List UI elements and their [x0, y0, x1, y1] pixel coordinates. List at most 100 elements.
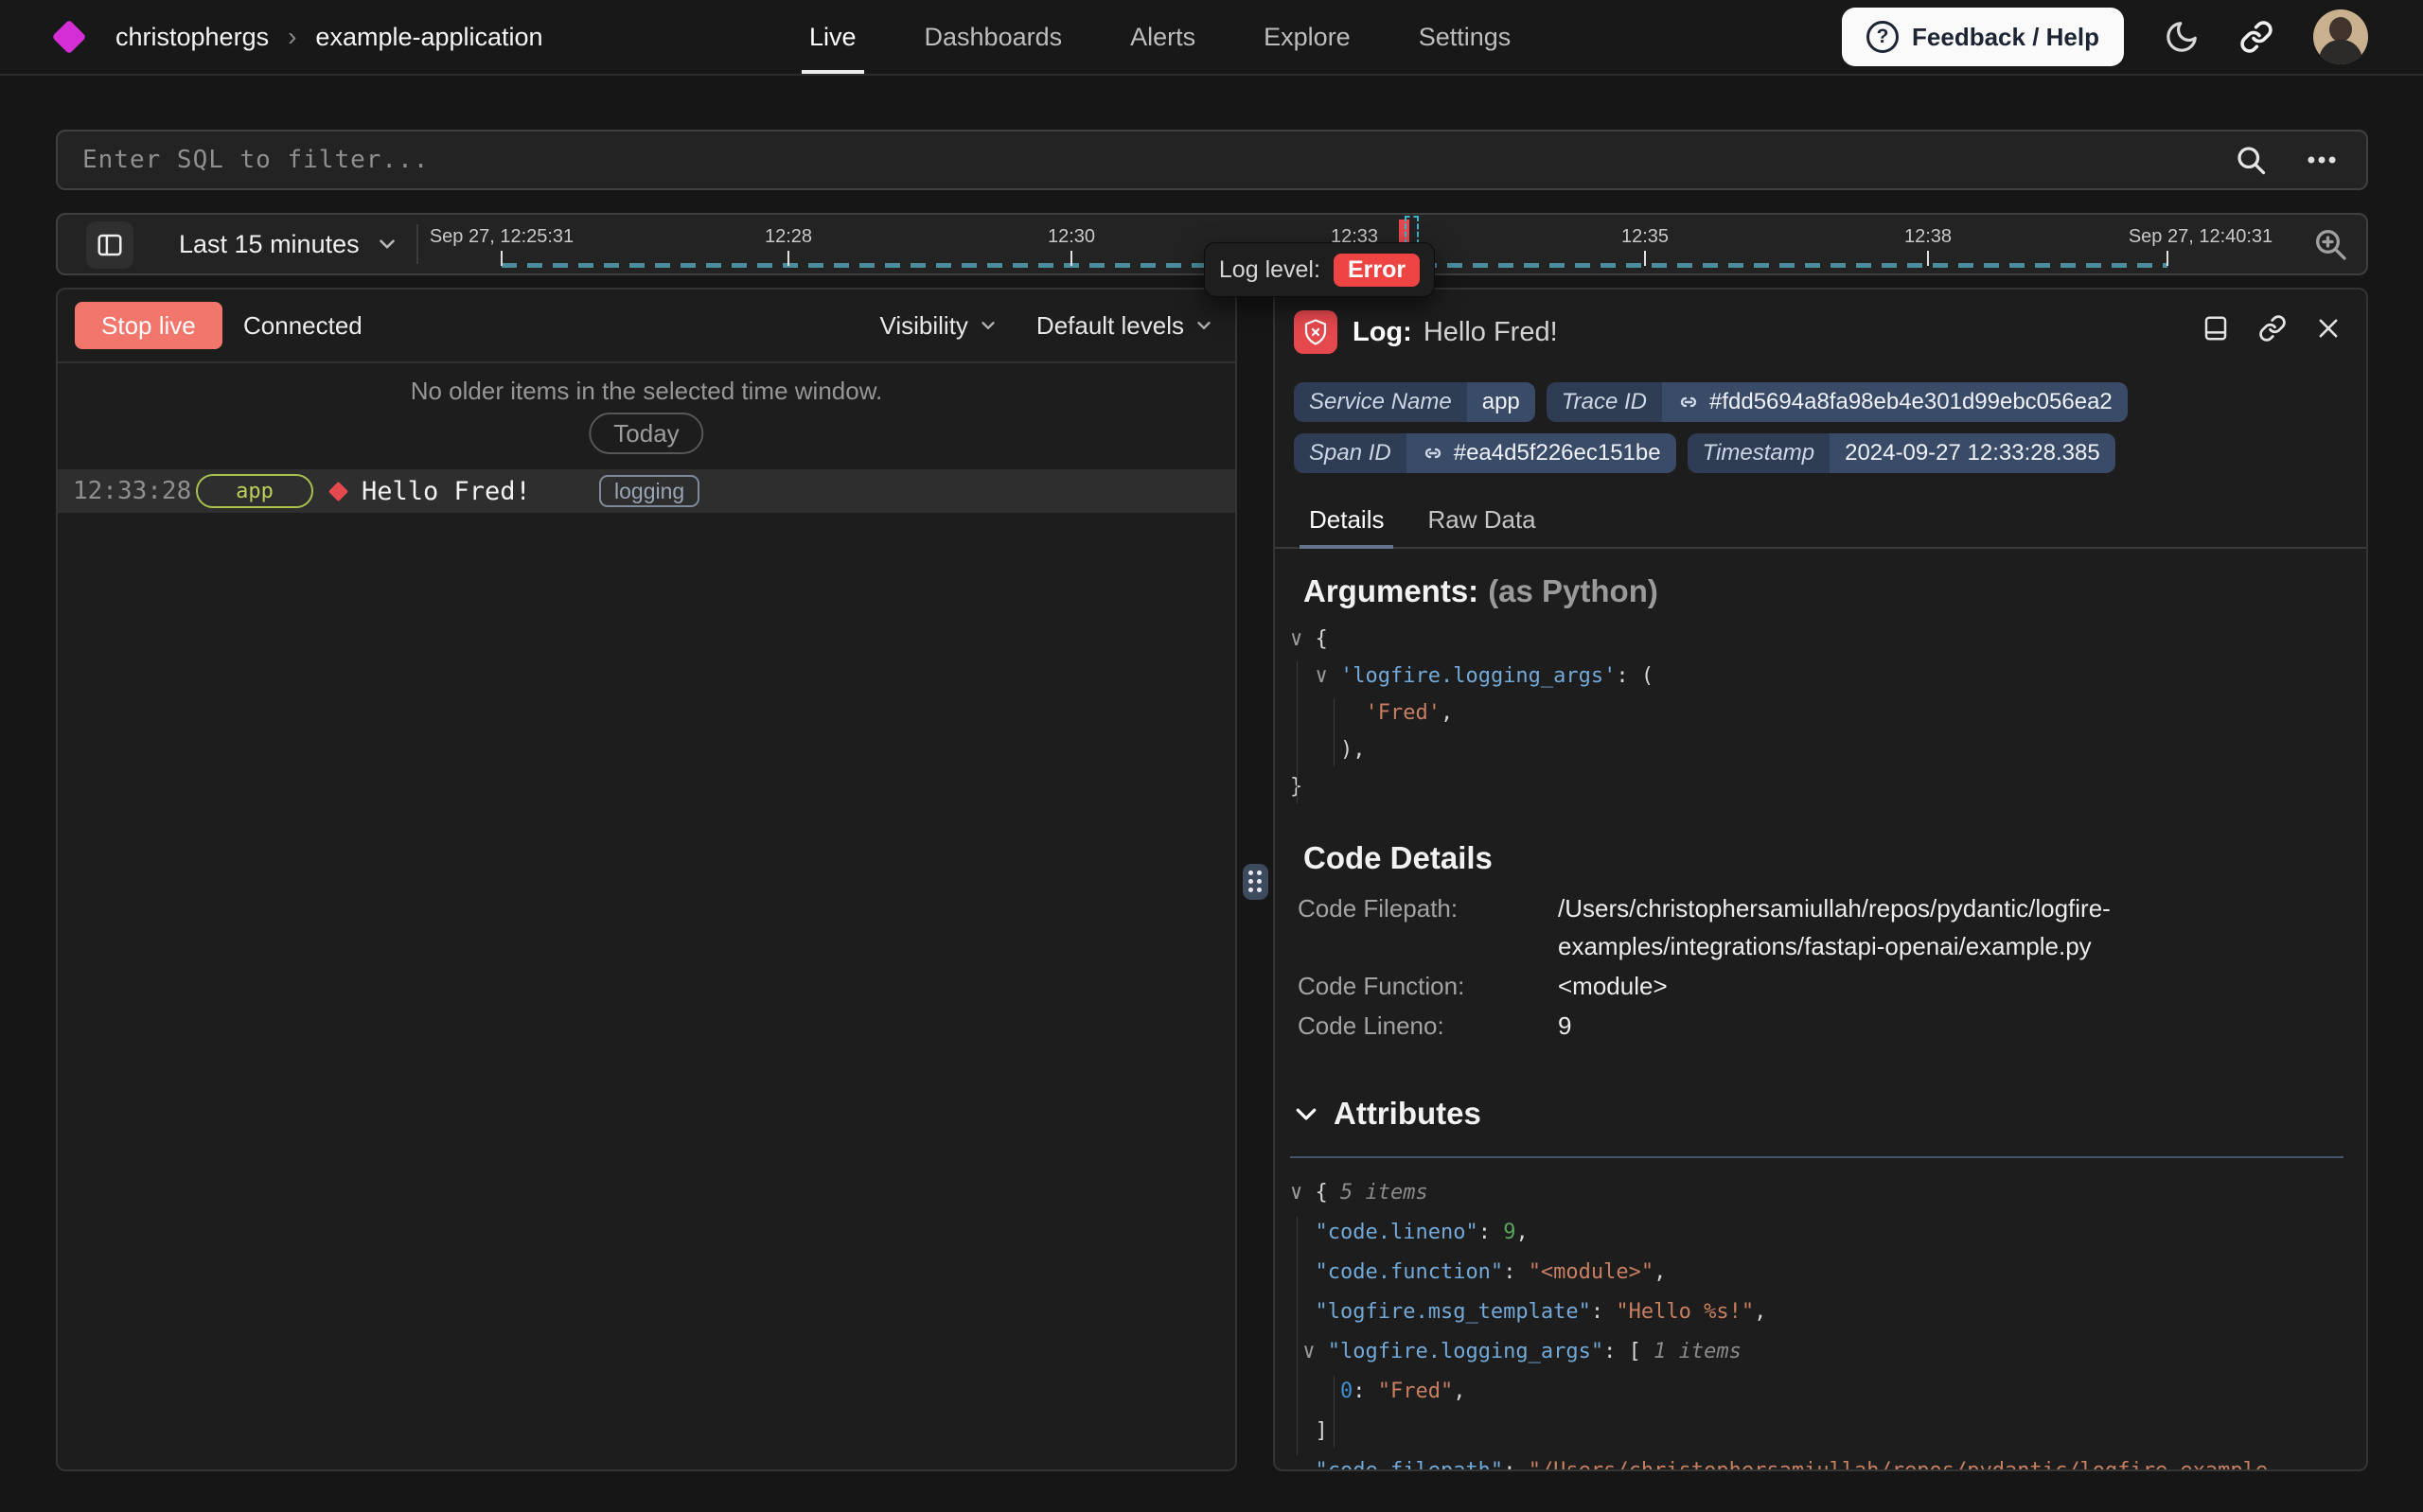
code-line: "code.function": "<module>", — [1290, 1253, 2347, 1292]
chevron-down-icon — [1194, 315, 1214, 336]
span-id-value: #ea4d5f226ec151be — [1454, 440, 1661, 466]
stop-live-button[interactable]: Stop live — [75, 302, 222, 349]
code-line: ∨ { 5 items — [1290, 1173, 2347, 1213]
code-line: "logfire.msg_template": "Hello %s!", — [1290, 1292, 2347, 1332]
service-name-label: Service Name — [1294, 382, 1467, 422]
indent-guide — [1334, 1376, 1335, 1448]
timeline-tick-mark — [1927, 251, 1929, 266]
code-detail-label: Code Function: — [1298, 967, 1558, 1005]
detail-title-message: Hello Fred! — [1424, 317, 1558, 348]
code-detail-value: <module> — [1558, 967, 2343, 1005]
log-timestamp: 12:33:28 — [73, 469, 191, 513]
tab-alerts[interactable]: Alerts — [1130, 0, 1195, 74]
error-shield-badge — [1294, 310, 1337, 354]
timeline-tick-mark — [501, 251, 503, 266]
sql-filter-input[interactable]: Enter SQL to filter... — [56, 130, 2368, 190]
detail-tabs: Details Raw Data — [1275, 505, 2366, 549]
visibility-dropdown[interactable]: Visibility — [879, 311, 998, 341]
default-levels-dropdown[interactable]: Default levels — [1036, 311, 1214, 341]
log-message: Hello Fred! — [362, 469, 531, 513]
error-diamond-icon — [328, 482, 348, 501]
nav-tabs: Live Dashboards Alerts Explore Settings — [809, 0, 1511, 74]
detail-content: Arguments:(as Python) ∨ { ∨ 'logfire.log… — [1290, 560, 2347, 1469]
breadcrumb-org[interactable]: christophergs — [115, 23, 269, 52]
trace-id-label: Trace ID — [1547, 382, 1662, 422]
code-line: ∨ "logfire.logging_args": [ 1 items — [1290, 1332, 2347, 1372]
panel-resize-handle[interactable] — [1243, 864, 1268, 900]
arguments-code[interactable]: ∨ { ∨ 'logfire.logging_args': ( 'Fred', … — [1290, 621, 1654, 805]
chevron-down-icon — [978, 315, 999, 336]
timeline-tick-label: 12:38 — [1904, 226, 1952, 248]
timeline-tick-label: Sep 27, 12:40:31 — [2129, 226, 2273, 248]
span-id-badge[interactable]: Span ID #ea4d5f226ec151be — [1294, 433, 1676, 473]
close-panel-button[interactable] — [2315, 315, 2342, 342]
timestamp-badge[interactable]: Timestamp 2024-09-27 12:33:28.385 — [1688, 433, 2115, 473]
attributes-divider — [1290, 1156, 2343, 1158]
dark-mode-toggle[interactable] — [2164, 19, 2200, 55]
trace-id-badge[interactable]: Trace ID #fdd5694a8fa98eb4e301d99ebc056e… — [1547, 382, 2128, 422]
top-nav: christophergs › example-application Live… — [0, 0, 2423, 76]
timeline-tick-mark — [2167, 251, 2168, 266]
tab-settings[interactable]: Settings — [1419, 0, 1512, 74]
timeline-tick-label: Sep 27, 12:25:31 — [430, 226, 574, 248]
attributes-json[interactable]: ∨ { 5 items "code.lineno": 9, "code.func… — [1290, 1173, 2347, 1469]
code-detail-row: Code Lineno:9 — [1298, 1007, 2347, 1045]
moon-icon — [2164, 19, 2200, 55]
timeline-zoom-in-button[interactable] — [2308, 221, 2353, 267]
chevron-down-icon — [1292, 1099, 1320, 1128]
detail-header: Log: Hello Fred! — [1275, 290, 2366, 380]
more-options-button[interactable] — [2304, 142, 2340, 178]
metadata-badges: Service Name app Trace ID #fdd5694a8fa98… — [1294, 382, 2351, 473]
today-button[interactable]: Today — [589, 413, 703, 454]
error-level-badge: Error — [1334, 254, 1420, 287]
breadcrumb-separator: › — [288, 22, 296, 52]
service-name-badge[interactable]: Service Name app — [1294, 382, 1535, 422]
breadcrumb: christophergs › example-application — [57, 0, 543, 74]
detail-tab-details[interactable]: Details — [1309, 505, 1384, 547]
service-badge[interactable]: app — [196, 474, 313, 508]
breadcrumb-project[interactable]: example-application — [315, 23, 542, 52]
logfire-logo-icon[interactable] — [52, 20, 87, 55]
service-name-value: app — [1467, 382, 1535, 422]
span-id-label: Span ID — [1294, 433, 1406, 473]
scope-badge[interactable]: logging — [599, 475, 699, 507]
question-circle-icon: ? — [1866, 21, 1899, 53]
user-avatar[interactable] — [2313, 9, 2368, 64]
indent-guide — [1334, 698, 1335, 766]
close-icon — [2315, 315, 2342, 342]
default-levels-label: Default levels — [1036, 311, 1184, 341]
card-layout-icon — [2202, 314, 2230, 343]
tab-explore[interactable]: Explore — [1264, 0, 1351, 74]
arguments-subheading: (as Python) — [1488, 573, 1658, 608]
attributes-heading-label: Attributes — [1334, 1096, 1481, 1132]
timeline-tick-mark — [787, 251, 789, 266]
open-in-panel-button[interactable] — [2202, 314, 2230, 343]
timeline-tick-label: 12:30 — [1048, 226, 1095, 248]
ellipsis-icon — [2304, 142, 2340, 178]
share-link-button[interactable] — [2239, 20, 2273, 54]
detail-tab-raw-data[interactable]: Raw Data — [1427, 505, 1535, 547]
code-line: "code.filepath": "/Users/christophersami… — [1290, 1451, 2347, 1469]
copy-link-button[interactable] — [2258, 314, 2287, 343]
search-button[interactable] — [2234, 143, 2268, 177]
visibility-label: Visibility — [879, 311, 967, 341]
tab-dashboards[interactable]: Dashboards — [925, 0, 1063, 74]
trace-id-value: #fdd5694a8fa98eb4e301d99ebc056ea2 — [1709, 389, 2113, 415]
log-row-selected[interactable]: 12:33:28 app Hello Fred! logging — [58, 469, 1235, 513]
timeline-tick-label: 12:35 — [1621, 226, 1669, 248]
sql-placeholder: Enter SQL to filter... — [82, 146, 429, 174]
grip-dots-icon — [1248, 870, 1263, 893]
timestamp-value: 2024-09-27 12:33:28.385 — [1830, 433, 2115, 473]
timeline-tick-label: 12:28 — [765, 226, 812, 248]
feedback-help-button[interactable]: ? Feedback / Help — [1842, 8, 2124, 66]
empty-window-message: No older items in the selected time wind… — [58, 377, 1235, 406]
tab-live[interactable]: Live — [809, 0, 857, 74]
timeline-tick-mark — [1070, 251, 1072, 266]
code-line: "code.lineno": 9, — [1290, 1213, 2347, 1253]
live-panel-header: Stop live Connected Visibility Default l… — [58, 290, 1235, 363]
code-details-heading: Code Details — [1303, 840, 1493, 876]
detail-title-prefix: Log: — [1353, 317, 1412, 348]
search-icon — [2234, 143, 2268, 177]
attributes-heading[interactable]: Attributes — [1292, 1096, 1481, 1132]
indent-guide — [1297, 661, 1298, 803]
